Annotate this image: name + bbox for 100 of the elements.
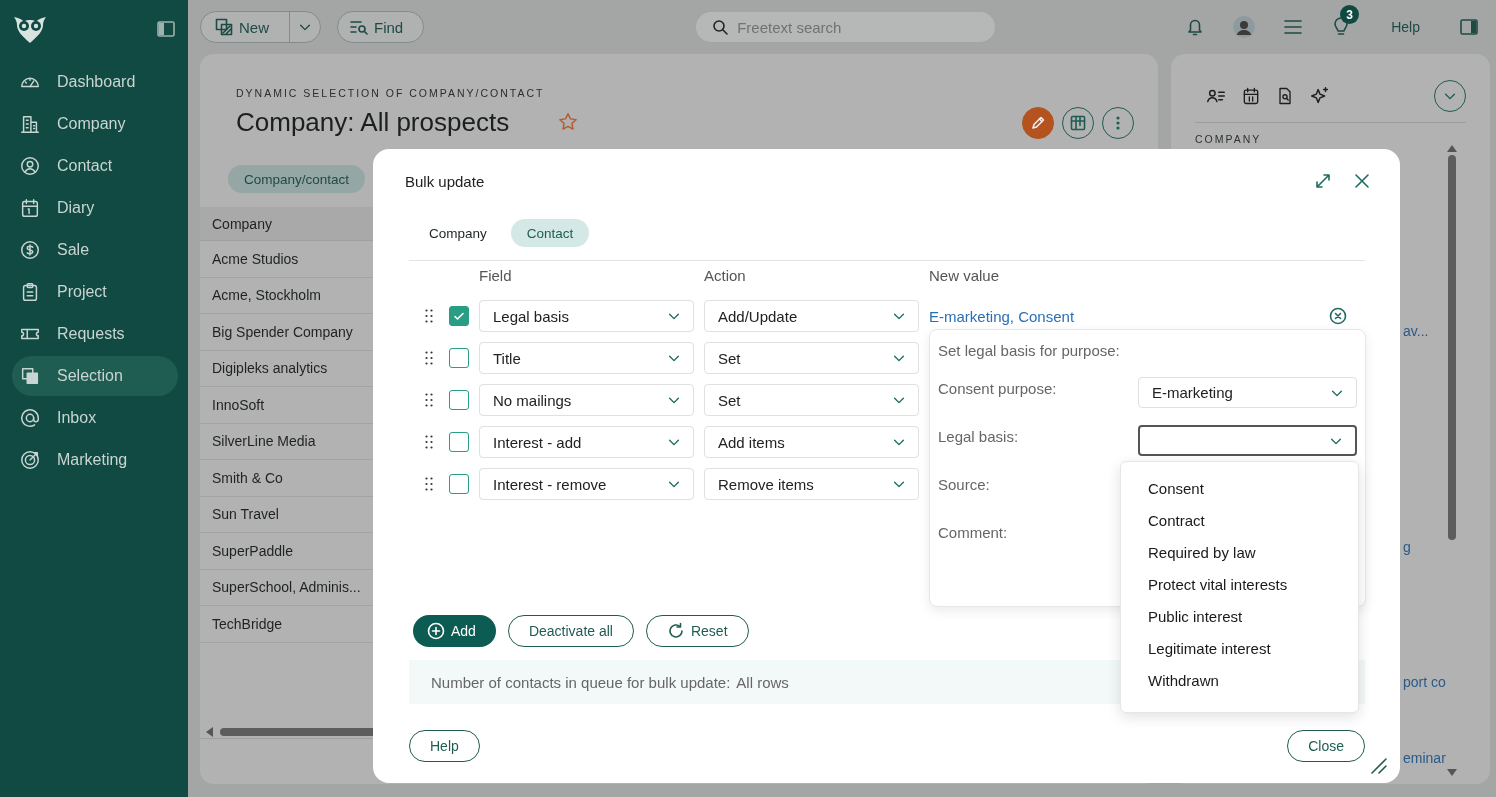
select-field[interactable]: Add items bbox=[704, 426, 919, 458]
filter-search-icon bbox=[350, 18, 368, 36]
button[interactable]: Add bbox=[413, 615, 496, 647]
select-field[interactable]: Interest - remove bbox=[479, 468, 694, 500]
button[interactable]: Deactivate all bbox=[507, 615, 634, 647]
new-document-icon bbox=[215, 18, 233, 36]
select-field[interactable]: E-marketing bbox=[1138, 377, 1357, 408]
reset-icon bbox=[666, 622, 685, 640]
search-field[interactable]: Freetext search bbox=[696, 12, 996, 42]
calendar-icon bbox=[19, 197, 41, 219]
checkbox[interactable] bbox=[449, 474, 469, 494]
resize-handle-icon bbox=[1370, 757, 1388, 775]
close-icon[interactable] bbox=[1353, 172, 1371, 190]
dollar-circle-icon bbox=[19, 239, 41, 261]
field-label: Consent purpose: bbox=[938, 379, 1058, 399]
select-field[interactable] bbox=[1138, 425, 1357, 456]
select-field[interactable]: No mailings bbox=[479, 384, 694, 416]
nav-item[interactable]: Selection bbox=[12, 356, 178, 396]
nav-item[interactable]: Contact bbox=[12, 146, 178, 186]
table-cell-text: SuperPaddle bbox=[211, 542, 293, 559]
menu-item[interactable]: Legitimate interest bbox=[1148, 632, 1358, 664]
column-header[interactable]: Company bbox=[200, 215, 272, 232]
menu-item[interactable]: Public interest bbox=[1148, 600, 1358, 632]
help-link[interactable]: Help bbox=[1391, 19, 1420, 35]
select-field[interactable]: Set bbox=[704, 384, 919, 416]
star-icon[interactable] bbox=[557, 111, 580, 133]
select-field[interactable]: Legal basis bbox=[479, 300, 694, 332]
plus-circle-icon bbox=[427, 622, 445, 640]
button[interactable]: Reset bbox=[645, 615, 749, 647]
pencil-icon bbox=[1030, 115, 1046, 131]
select-field[interactable]: Title bbox=[479, 342, 694, 374]
select-field[interactable]: Add/Update bbox=[704, 300, 919, 332]
value-link[interactable]: E-marketing, Consent bbox=[929, 307, 1075, 325]
building-icon bbox=[19, 113, 41, 135]
tab[interactable]: Company/contact bbox=[228, 165, 366, 193]
table-cell-text: SuperSchool, Adminis... bbox=[211, 579, 361, 596]
expand-icon[interactable] bbox=[1314, 172, 1332, 190]
nav-item[interactable]: Marketing bbox=[12, 440, 178, 480]
drag-handle-icon[interactable] bbox=[425, 477, 433, 491]
drag-handle-icon[interactable] bbox=[425, 435, 433, 449]
checkbox[interactable] bbox=[449, 432, 469, 452]
help-button[interactable]: Help bbox=[409, 730, 480, 762]
selection-subtitle: DYNAMIC SELECTION OF COMPANY/CONTACT bbox=[236, 87, 546, 99]
avatar-icon[interactable] bbox=[1233, 16, 1256, 38]
field-label: Legal basis: bbox=[938, 427, 1020, 447]
target-icon bbox=[19, 449, 41, 471]
checkbox[interactable] bbox=[449, 390, 469, 410]
info-label: Number of contacts in queue for bulk update: bbox=[431, 673, 731, 691]
arrow-left-icon bbox=[206, 726, 214, 737]
table-cell-text: Sun Travel bbox=[211, 506, 279, 523]
column-header: New value bbox=[928, 267, 1001, 284]
nav-item[interactable]: Requests bbox=[12, 314, 178, 354]
find-button[interactable]: Find bbox=[337, 11, 425, 43]
tab[interactable]: Contact bbox=[510, 219, 590, 247]
nav-item[interactable]: Dashboard bbox=[12, 62, 178, 102]
panel-toggle-icon[interactable] bbox=[157, 21, 175, 37]
drag-handle-icon[interactable] bbox=[425, 393, 433, 407]
menu-item[interactable]: Consent bbox=[1148, 472, 1358, 504]
nav-item[interactable]: Diary bbox=[12, 188, 178, 228]
drag-handle-icon[interactable] bbox=[425, 309, 433, 323]
nav-item[interactable]: Inbox bbox=[12, 398, 178, 438]
calendar-icon[interactable] bbox=[1241, 86, 1261, 106]
user-circle-icon bbox=[19, 155, 41, 177]
scrollbar[interactable] bbox=[1445, 145, 1458, 776]
board-icon bbox=[1070, 115, 1086, 131]
menu-item[interactable]: Contract bbox=[1148, 504, 1358, 536]
checkbox[interactable] bbox=[449, 306, 469, 326]
section-heading: COMPANY bbox=[1195, 133, 1263, 145]
menu-icon[interactable] bbox=[1283, 17, 1304, 37]
column-header: Field bbox=[479, 267, 513, 284]
tab[interactable]: Company bbox=[409, 219, 507, 247]
nav-item[interactable]: Project bbox=[12, 272, 178, 312]
checkbox[interactable] bbox=[449, 348, 469, 368]
table-cell-text: Acme, Stockholm bbox=[211, 287, 321, 304]
search-icon bbox=[712, 19, 729, 35]
nav-item[interactable]: Company bbox=[12, 104, 178, 144]
arrow-up-icon bbox=[1446, 145, 1457, 153]
select-field[interactable]: Remove items bbox=[704, 468, 919, 500]
table-cell-text: SilverLine Media bbox=[211, 433, 316, 450]
table-cell-text: Big Spender Company bbox=[211, 323, 353, 340]
select-field[interactable]: Interest - add bbox=[479, 426, 694, 458]
owl-logo bbox=[12, 14, 48, 44]
clear-icon[interactable] bbox=[1329, 307, 1347, 325]
select-field[interactable]: Set bbox=[704, 342, 919, 374]
menu-item[interactable]: Required by law bbox=[1148, 536, 1358, 568]
drag-handle-icon[interactable] bbox=[425, 351, 433, 365]
table-cell-text: Digipleks analytics bbox=[211, 360, 328, 377]
column-header: Action bbox=[703, 267, 747, 284]
field-label: Source: bbox=[938, 475, 991, 495]
menu-item[interactable]: Withdrawn bbox=[1148, 664, 1358, 696]
squares-icon bbox=[19, 365, 41, 387]
nav-item[interactable]: Sale bbox=[12, 230, 178, 270]
edit-button[interactable] bbox=[1022, 107, 1054, 139]
notification-badge: 3 bbox=[1340, 5, 1360, 24]
menu-item[interactable]: Protect vital interests bbox=[1148, 568, 1358, 600]
panel-toggle-icon[interactable] bbox=[1460, 19, 1478, 35]
close-button[interactable]: Close bbox=[1287, 730, 1365, 762]
checkmark-icon bbox=[453, 310, 465, 322]
table-cell-text: Smith & Co bbox=[211, 469, 283, 486]
info-value: All rows bbox=[736, 673, 789, 691]
